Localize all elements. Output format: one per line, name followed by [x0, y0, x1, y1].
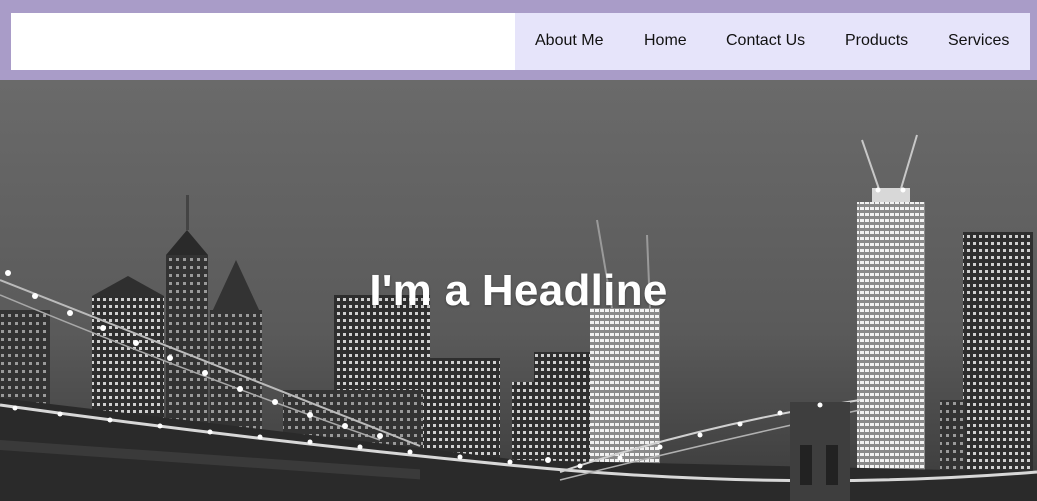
site-header: About Me Home Contact Us Products Servic… [0, 0, 1037, 80]
hero-headline: I'm a Headline [369, 266, 668, 315]
nav-item-products[interactable]: Products [845, 32, 908, 50]
logo-area [11, 13, 515, 70]
hero-section: I'm a Headline [0, 80, 1037, 501]
main-nav: About Me Home Contact Us Products Servic… [515, 13, 1030, 70]
nav-item-contact-us[interactable]: Contact Us [726, 32, 805, 50]
nav-item-home[interactable]: Home [644, 32, 687, 50]
nav-item-about-me[interactable]: About Me [535, 32, 603, 50]
nav-item-services[interactable]: Services [948, 32, 1009, 50]
